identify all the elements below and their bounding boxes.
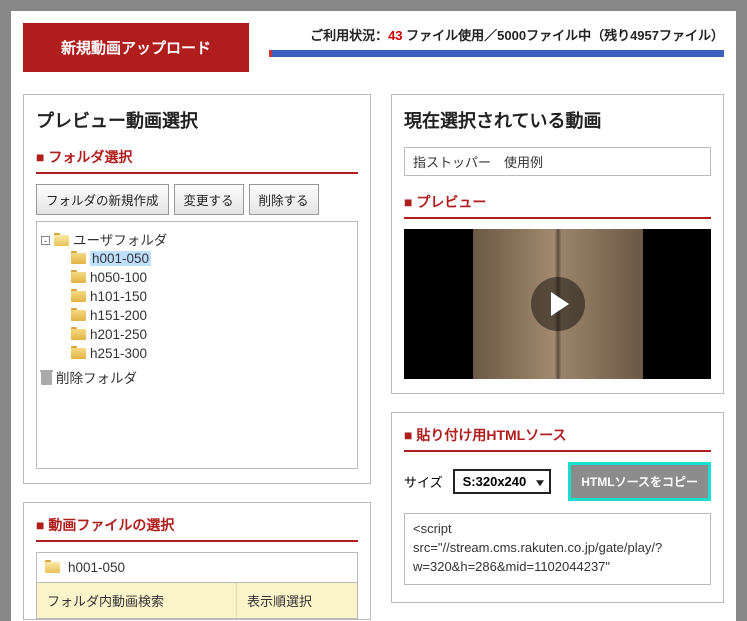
html-source-panel: 貼り付け用HTMLソース サイズ S:320x240 HTMLソースをコピー <… — [391, 412, 724, 603]
current-folder-label: h001-050 — [68, 560, 125, 575]
panel-title-left: プレビュー動画選択 — [36, 107, 358, 133]
video-preview[interactable] — [404, 229, 711, 379]
file-select-head: 動画ファイルの選択 — [36, 515, 358, 542]
usage-count: 43 — [388, 28, 402, 43]
html-source-head: 貼り付け用HTMLソース — [404, 425, 711, 452]
tree-item[interactable]: h050-100 — [71, 268, 353, 287]
tree-root[interactable]: - ユーザフォルダ h001-050 h050-100 h101-150 h151… — [41, 227, 353, 365]
upload-button[interactable]: 新規動画アップロード — [23, 23, 249, 72]
tree-item-label: h001-050 — [90, 251, 151, 266]
edit-folder-button[interactable]: 変更する — [174, 184, 244, 215]
folder-open-icon — [45, 562, 60, 573]
preview-head: プレビュー — [404, 192, 711, 219]
file-toolbar: フォルダ内動画検索 表示順選択 — [36, 583, 358, 619]
usage-status: ご利用状況：43 ファイル使用／5000ファイル中（残り4957ファイル） — [269, 23, 724, 57]
play-icon[interactable] — [531, 277, 585, 331]
folder-icon — [71, 329, 86, 340]
usage-bar — [269, 50, 724, 57]
tree-item-label: h050-100 — [90, 270, 147, 285]
folder-tree[interactable]: - ユーザフォルダ h001-050 h050-100 h101-150 h151… — [36, 221, 358, 469]
usage-prefix: ご利用状況： — [310, 28, 388, 43]
tree-trash[interactable]: 削除フォルダ — [41, 365, 353, 389]
trash-icon — [41, 372, 52, 385]
folder-select-head: フォルダ選択 — [36, 147, 358, 174]
tree-item-label: h151-200 — [90, 308, 147, 323]
size-label: サイズ — [404, 472, 443, 491]
folder-icon — [71, 291, 86, 302]
delete-folder-button[interactable]: 削除する — [249, 184, 319, 215]
folder-icon — [71, 310, 86, 321]
tree-item[interactable]: h001-050 — [71, 249, 353, 268]
current-folder-row: h001-050 — [36, 552, 358, 583]
usage-bar-fill — [269, 50, 272, 57]
tree-root-label: ユーザフォルダ — [73, 233, 167, 248]
top-bar: 新規動画アップロード ご利用状況：43 ファイル使用／5000ファイル中（残り4… — [23, 23, 724, 72]
usage-suffix: ファイル使用／5000ファイル中（残り4957ファイル） — [403, 28, 724, 43]
tree-item[interactable]: h251-300 — [71, 344, 353, 363]
sort-label: 表示順選択 — [237, 583, 357, 618]
folder-icon — [71, 348, 86, 359]
copy-html-button[interactable]: HTMLソースをコピー — [568, 462, 711, 501]
file-select-panel: 動画ファイルの選択 h001-050 フォルダ内動画検索 表示順選択 — [23, 502, 371, 620]
video-title-input[interactable] — [404, 147, 711, 176]
tree-item[interactable]: h101-150 — [71, 287, 353, 306]
collapse-icon[interactable]: - — [41, 236, 50, 245]
search-label: フォルダ内動画検索 — [37, 583, 237, 618]
folder-icon — [71, 253, 86, 264]
tree-item[interactable]: h151-200 — [71, 306, 353, 325]
preview-select-panel: プレビュー動画選択 フォルダ選択 フォルダの新規作成 変更する 削除する - ユー… — [23, 94, 371, 484]
tree-item-label: h101-150 — [90, 289, 147, 304]
tree-item-label: h201-250 — [90, 327, 147, 342]
size-select[interactable]: S:320x240 — [453, 469, 551, 494]
html-source-textarea[interactable]: <script src="//stream.cms.rakuten.co.jp/… — [404, 513, 711, 585]
folder-icon — [71, 272, 86, 283]
panel-title-right: 現在選択されている動画 — [404, 107, 711, 133]
tree-item[interactable]: h201-250 — [71, 325, 353, 344]
tree-item-label: h251-300 — [90, 346, 147, 361]
tree-trash-label: 削除フォルダ — [56, 371, 137, 386]
selected-video-panel: 現在選択されている動画 プレビュー — [391, 94, 724, 394]
folder-open-icon — [54, 235, 69, 246]
new-folder-button[interactable]: フォルダの新規作成 — [36, 184, 169, 215]
